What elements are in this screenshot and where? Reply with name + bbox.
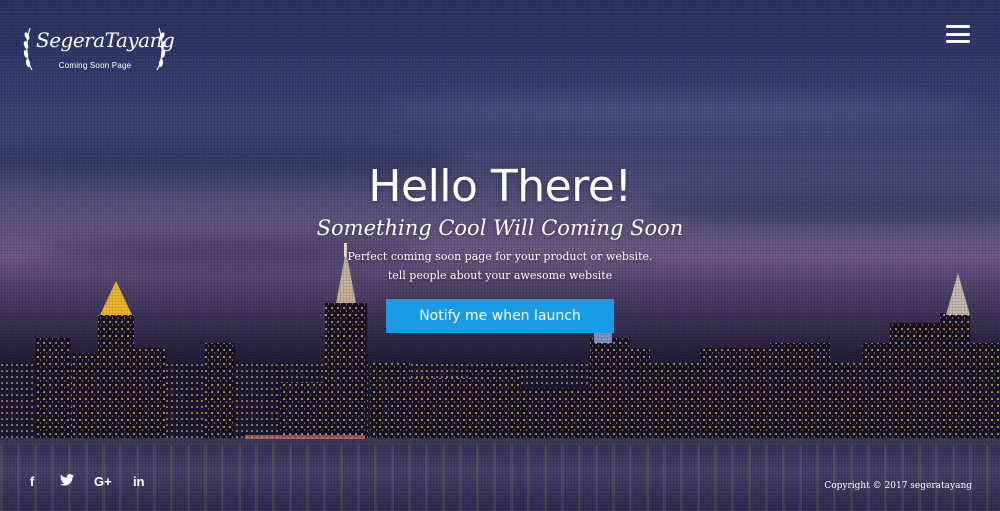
facebook-icon[interactable]: f bbox=[24, 474, 40, 489]
linkedin-icon[interactable]: in bbox=[131, 474, 147, 489]
laurel-right-icon bbox=[156, 27, 166, 71]
hamburger-menu-icon[interactable] bbox=[946, 25, 970, 43]
hero-description-line-2: tell people about your awesome website bbox=[387, 269, 613, 283]
social-links: f G+ in bbox=[24, 474, 147, 489]
google-plus-icon[interactable]: G+ bbox=[94, 474, 112, 489]
copyright-text: Copyright © 2017 segeratayang bbox=[824, 481, 972, 491]
brand-tagline: Coming Soon Page bbox=[58, 61, 132, 70]
twitter-icon[interactable] bbox=[59, 474, 75, 489]
brand-logo[interactable]: SegeraTayang Coming Soon Page bbox=[22, 22, 175, 77]
laurel-left-icon bbox=[23, 27, 33, 71]
twitter-bird-icon bbox=[60, 474, 74, 486]
hero-title: Hello There! bbox=[368, 161, 632, 212]
hero-subtitle: Something Cool Will Coming Soon bbox=[316, 216, 684, 240]
hero-description-line-1: Perfect coming soon page for your produc… bbox=[347, 250, 653, 264]
notify-me-button[interactable]: Notify me when launch bbox=[386, 299, 614, 334]
hero-section: Hello There! Something Cool Will Coming … bbox=[0, 161, 1000, 334]
brand-name: SegeraTayang bbox=[36, 28, 175, 52]
